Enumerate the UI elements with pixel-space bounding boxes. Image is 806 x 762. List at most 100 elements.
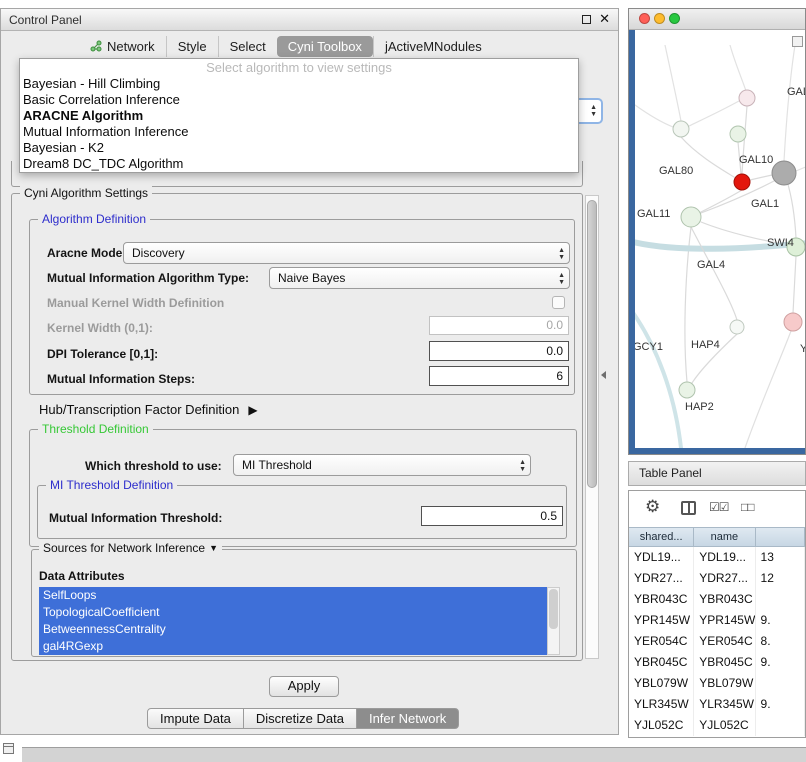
network-node[interactable] — [681, 207, 701, 227]
manual-kernel-checkbox[interactable] — [552, 296, 565, 309]
scrollbar-thumb[interactable] — [587, 200, 597, 488]
network-canvas[interactable]: GAL7GAL80GAL10GAL11GAL1SWI4GAL4GCY1HAP4H… — [635, 45, 806, 448]
table-row[interactable]: YDL19...YDL19...13 — [629, 547, 805, 568]
which-threshold-combobox[interactable]: MI Threshold ▲▼ — [233, 454, 531, 476]
sources-expander[interactable]: Sources for Network Inference ▼ — [39, 541, 222, 555]
combo-arrows-icon: ▲▼ — [558, 272, 565, 286]
table-cell: 9. — [756, 694, 805, 715]
data-attribute-item[interactable]: SelfLoops — [39, 587, 547, 604]
node-label: SWI4 — [767, 237, 794, 249]
hub-definition-expander[interactable]: Hub/Transcription Factor Definition ▶ — [39, 402, 258, 417]
algorithm-option[interactable]: Basic Correlation Inference — [20, 92, 578, 108]
table-cell: YBL079W — [694, 673, 755, 694]
table-cell: YER054C — [694, 631, 755, 652]
network-window-titlebar[interactable] — [629, 9, 805, 30]
algorithm-combobox-fragment[interactable]: ▲▼ — [577, 98, 603, 124]
collapse-down-icon: ▼ — [209, 543, 218, 553]
columns-icon[interactable] — [681, 501, 696, 515]
apply-button[interactable]: Apply — [269, 676, 339, 697]
split-pane-handle-icon[interactable] — [601, 371, 606, 379]
tab-cyni-toolbox[interactable]: Cyni Toolbox — [277, 36, 373, 57]
table-cell: YLR345W — [629, 694, 694, 715]
deselect-all-icon[interactable]: □□ — [741, 500, 754, 514]
tab-label: Style — [178, 39, 207, 54]
scrollbar-thumb[interactable] — [549, 589, 558, 629]
table-window: ⚙ ☑☑ □□ shared...name YDL19...YDL19...13… — [628, 490, 806, 738]
network-node[interactable] — [734, 174, 750, 190]
settings-group-title: Cyni Algorithm Settings — [20, 186, 152, 200]
network-node[interactable] — [784, 313, 802, 331]
mi-threshold-label: Mutual Information Threshold: — [49, 511, 222, 525]
network-edge — [793, 256, 796, 313]
table-body: YDL19...YDL19...13YDR27...YDR27...12YBR0… — [629, 547, 805, 736]
algorithm-option[interactable]: ARACNE Algorithm — [20, 108, 578, 124]
table-cell: YDL19... — [694, 547, 755, 568]
gear-icon[interactable]: ⚙ — [645, 497, 660, 517]
close-button[interactable] — [639, 13, 650, 24]
table-row[interactable]: YLR345WYLR345W9. — [629, 694, 805, 715]
algorithm-option[interactable]: Dream8 DC_TDC Algorithm — [20, 156, 578, 172]
tab-jactivemnodules[interactable]: jActiveMNodules — [373, 36, 493, 57]
network-node[interactable] — [679, 382, 695, 398]
column-header[interactable] — [756, 527, 805, 547]
scrollbar-corner-button[interactable] — [792, 36, 803, 47]
table-row[interactable]: YBL079WYBL079W — [629, 673, 805, 694]
table-cell: YLR345W — [694, 694, 755, 715]
algorithm-option[interactable]: Bayesian - K2 — [20, 140, 578, 156]
kernel-width-field[interactable]: 0.0 — [429, 316, 569, 335]
bottom-tab-infer-network[interactable]: Infer Network — [356, 708, 459, 729]
algorithm-option[interactable]: Bayesian - Hill Climbing — [20, 76, 578, 92]
table-cell: YJL052C — [694, 715, 755, 736]
table-row[interactable]: YER054CYER054C8. — [629, 631, 805, 652]
network-node[interactable] — [730, 126, 746, 142]
combo-arrows-icon: ▲▼ — [519, 459, 526, 473]
mi-threshold-field[interactable]: 0.5 — [421, 506, 563, 526]
bottom-tab-impute-data[interactable]: Impute Data — [147, 708, 244, 729]
table-cell: 8. — [756, 631, 805, 652]
algorithm-option[interactable]: Mutual Information Inference — [20, 124, 578, 140]
dpi-tolerance-field[interactable]: 0.0 — [429, 341, 569, 361]
sources-title: Sources for Network Inference — [43, 541, 205, 555]
tab-select[interactable]: Select — [218, 36, 277, 57]
network-edge — [796, 165, 806, 171]
node-label: Y — [800, 343, 806, 355]
column-header[interactable]: name — [694, 527, 755, 547]
screen: Control Panel ✕ Network Style SelectCyni T… — [0, 0, 806, 762]
table-row[interactable]: YBR043CYBR043C — [629, 589, 805, 610]
aracne-mode-combobox[interactable]: Discovery ▲▼ — [123, 242, 570, 264]
close-icon[interactable]: ✕ — [599, 12, 610, 26]
network-edge — [699, 190, 742, 213]
data-attribute-item[interactable]: TopologicalCoefficient — [39, 604, 547, 621]
data-attribute-item[interactable]: BetweennessCentrality — [39, 621, 547, 638]
tab-network[interactable]: Network — [79, 36, 166, 57]
float-window-icon[interactable] — [582, 15, 591, 24]
control-panel-titlebar[interactable]: Control Panel ✕ — [1, 9, 618, 31]
mi-type-combobox[interactable]: Naive Bayes ▲▼ — [269, 267, 570, 289]
dropdown-placeholder: Select algorithm to view settings — [20, 60, 578, 76]
bottom-tab-discretize-data[interactable]: Discretize Data — [243, 708, 357, 729]
settings-scrollbar[interactable] — [585, 195, 599, 659]
column-header[interactable]: shared... — [629, 527, 694, 547]
table-row[interactable]: YDR27...YDR27...12 — [629, 568, 805, 589]
select-all-icon[interactable]: ☑☑ — [709, 500, 729, 514]
network-edge — [635, 307, 681, 448]
table-row[interactable]: YPR145WYPR145W9. — [629, 610, 805, 631]
table-row[interactable]: YBR045CYBR045C9. — [629, 652, 805, 673]
hub-definition-label: Hub/Transcription Factor Definition — [39, 402, 239, 417]
minimize-button[interactable] — [654, 13, 665, 24]
tab-style[interactable]: Style — [166, 36, 218, 57]
network-graph: GAL7GAL80GAL10GAL11GAL1SWI4GAL4GCY1HAP4H… — [635, 45, 806, 448]
attributes-scrollbar[interactable] — [547, 587, 560, 655]
table-row[interactable]: YJL052CYJL052C — [629, 715, 805, 736]
network-node[interactable] — [730, 320, 744, 334]
control-panel-window: Control Panel ✕ Network Style SelectCyni T… — [0, 8, 619, 735]
data-attribute-item[interactable]: gal4RGexp — [39, 638, 547, 655]
network-node[interactable] — [673, 121, 689, 137]
restore-panel-icon[interactable] — [3, 743, 14, 754]
table-cell: 12 — [756, 568, 805, 589]
network-node[interactable] — [772, 161, 796, 185]
node-label: GAL7 — [787, 86, 806, 98]
network-node[interactable] — [739, 90, 755, 106]
mi-steps-field[interactable]: 6 — [429, 366, 569, 386]
zoom-button[interactable] — [669, 13, 680, 24]
